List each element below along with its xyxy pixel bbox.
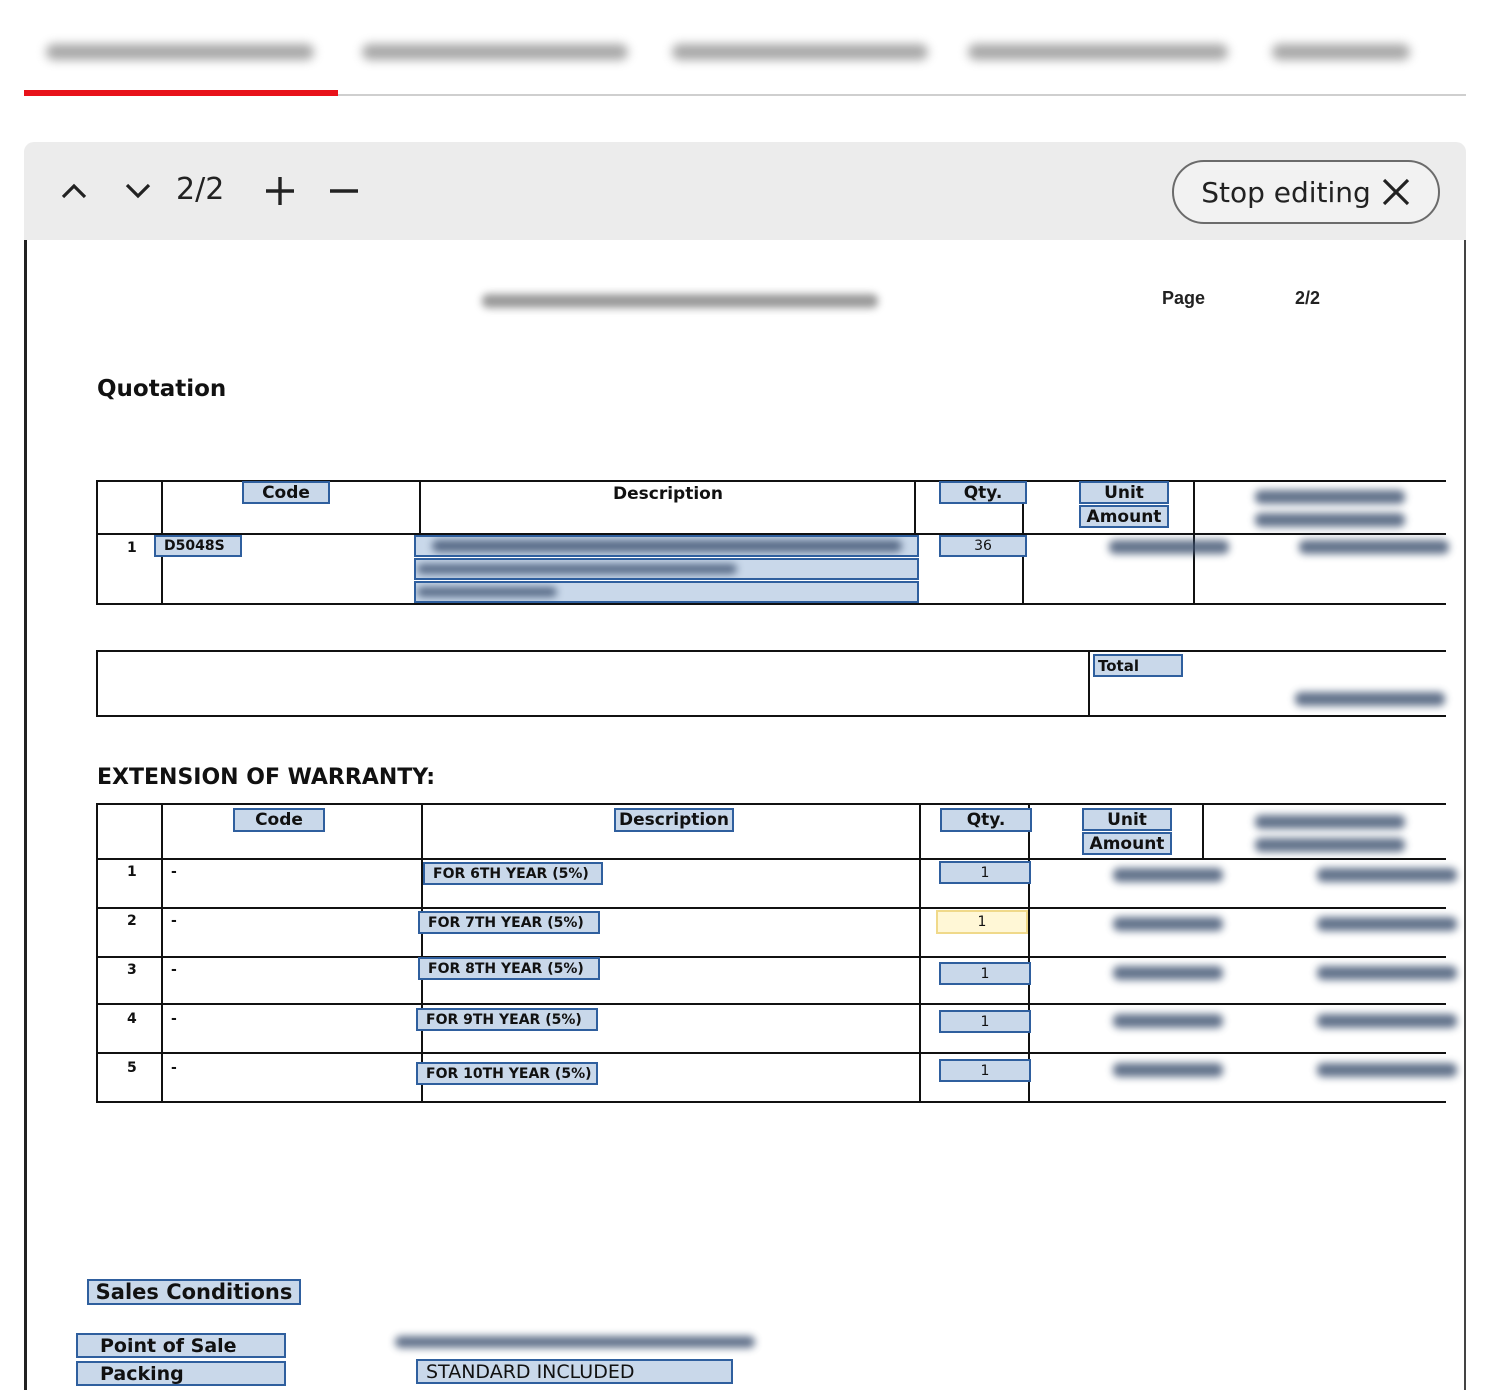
warranty-row-4-description[interactable]: FOR 9TH YEAR (5%) xyxy=(416,1008,598,1031)
warranty-header-total-redacted-2 xyxy=(1255,838,1405,852)
quote-header-amount[interactable]: Amount xyxy=(1079,505,1169,528)
warranty-row-1-qty[interactable]: 1 xyxy=(939,861,1031,884)
point-of-sale-value-redacted xyxy=(395,1336,755,1348)
sales-conditions-heading[interactable]: Sales Conditions xyxy=(87,1279,301,1305)
warranty-row-5-code: - xyxy=(171,1060,177,1076)
point-of-sale-label[interactable]: Point of Sale xyxy=(76,1333,286,1358)
document-viewer: 2/2 Stop editing Page 2/2 Quotation Code… xyxy=(24,142,1466,1390)
minus-icon xyxy=(330,189,358,193)
quote-row-description-redacted-2[interactable] xyxy=(414,558,919,580)
tab-5[interactable] xyxy=(1268,30,1428,90)
packing-value[interactable]: STANDARD INCLUDED xyxy=(416,1359,733,1384)
quote-header-qty[interactable]: Qty. xyxy=(939,481,1027,504)
warranty-row-2-number: 2 xyxy=(127,913,137,929)
warranty-header-amount[interactable]: Amount xyxy=(1082,832,1172,855)
next-page-button[interactable] xyxy=(116,166,160,216)
warranty-row-2-qty[interactable]: 1 xyxy=(936,910,1028,934)
tab-1-label xyxy=(46,44,314,60)
quote-row-amount-redacted xyxy=(1299,540,1449,554)
warranty-heading: EXTENSION OF WARRANTY: xyxy=(97,765,436,790)
warranty-row-2-description[interactable]: FOR 7TH YEAR (5%) xyxy=(418,911,600,934)
tab-3-label xyxy=(672,44,928,60)
tab-1[interactable] xyxy=(24,30,338,90)
active-tab-indicator xyxy=(24,90,338,96)
quote-row-unit-redacted xyxy=(1109,540,1229,554)
chevron-up-icon xyxy=(61,183,87,199)
page-label: Page xyxy=(1162,288,1206,308)
tab-2-label xyxy=(362,44,628,60)
warranty-row-3-amount-redacted xyxy=(1317,966,1457,980)
tab-2[interactable] xyxy=(358,30,638,90)
warranty-header-unit[interactable]: Unit xyxy=(1082,808,1172,831)
quote-row-description-redacted-1[interactable] xyxy=(414,535,919,557)
total-label[interactable]: Total xyxy=(1093,654,1183,677)
warranty-row-1-number: 1 xyxy=(127,864,137,880)
quotation-heading: Quotation xyxy=(97,376,227,402)
warranty-row-4-code: - xyxy=(171,1011,177,1027)
warranty-header-code[interactable]: Code xyxy=(233,808,325,832)
quote-header-description: Description xyxy=(613,484,723,504)
warranty-row-4-unit-redacted xyxy=(1113,1014,1223,1028)
warranty-row-2-code: - xyxy=(171,913,177,929)
warranty-row-4-qty[interactable]: 1 xyxy=(939,1010,1031,1033)
warranty-header-qty[interactable]: Qty. xyxy=(940,808,1032,832)
tab-5-label xyxy=(1272,44,1410,60)
packing-label[interactable]: Packing xyxy=(76,1361,286,1386)
warranty-row-3-code: - xyxy=(171,962,177,978)
quote-row-qty[interactable]: 36 xyxy=(939,535,1027,557)
zoom-in-button[interactable] xyxy=(258,166,302,216)
stop-editing-button[interactable]: Stop editing xyxy=(1172,160,1440,224)
tab-bar xyxy=(24,0,1466,96)
quote-header-total-redacted xyxy=(1255,490,1405,504)
warranty-row-5-qty[interactable]: 1 xyxy=(939,1059,1031,1082)
warranty-row-5-description[interactable]: FOR 10TH YEAR (5%) xyxy=(416,1062,598,1085)
tab-3[interactable] xyxy=(668,30,938,90)
stop-editing-label: Stop editing xyxy=(1201,175,1371,209)
warranty-row-3-description[interactable]: FOR 8TH YEAR (5%) xyxy=(418,957,600,980)
quote-row-code[interactable]: D5048S xyxy=(154,535,242,557)
warranty-row-1-code: - xyxy=(171,864,177,880)
warranty-header-description[interactable]: Description xyxy=(614,808,734,832)
zoom-out-button[interactable] xyxy=(322,166,366,216)
warranty-row-4-amount-redacted xyxy=(1317,1014,1457,1028)
quote-row-description-redacted-3[interactable] xyxy=(414,581,919,603)
total-value-redacted xyxy=(1295,692,1445,706)
document-page: Page 2/2 Quotation Code Description Qty.… xyxy=(24,240,1466,1390)
warranty-row-5-amount-redacted xyxy=(1317,1063,1457,1077)
quote-header-code[interactable]: Code xyxy=(242,481,330,504)
close-icon xyxy=(1382,178,1409,206)
quote-header-total-redacted-2 xyxy=(1255,513,1405,527)
chevron-down-icon xyxy=(125,183,151,199)
tab-4[interactable] xyxy=(964,30,1234,90)
warranty-row-5-unit-redacted xyxy=(1113,1063,1223,1077)
warranty-row-3-qty[interactable]: 1 xyxy=(939,962,1031,985)
page-indicator: 2/2 xyxy=(176,172,225,207)
previous-page-button[interactable] xyxy=(52,166,96,216)
quote-row-number: 1 xyxy=(127,540,137,556)
page-number: 2/2 xyxy=(1295,288,1321,308)
warranty-row-3-unit-redacted xyxy=(1113,966,1223,980)
warranty-row-1-description[interactable]: FOR 6TH YEAR (5%) xyxy=(423,862,603,885)
warranty-row-1-unit-redacted xyxy=(1113,868,1223,882)
warranty-row-2-amount-redacted xyxy=(1317,917,1457,931)
warranty-row-3-number: 3 xyxy=(127,962,137,978)
warranty-row-5-number: 5 xyxy=(127,1060,137,1076)
quote-header-unit[interactable]: Unit xyxy=(1079,481,1169,504)
warranty-row-2-unit-redacted xyxy=(1113,917,1223,931)
warranty-row-1-amount-redacted xyxy=(1317,868,1457,882)
viewer-toolbar: 2/2 Stop editing xyxy=(24,142,1466,240)
tab-4-label xyxy=(968,44,1228,60)
warranty-header-total-redacted xyxy=(1255,815,1405,829)
plus-icon xyxy=(266,177,294,205)
warranty-row-4-number: 4 xyxy=(127,1011,137,1027)
document-header-redacted xyxy=(482,294,878,308)
